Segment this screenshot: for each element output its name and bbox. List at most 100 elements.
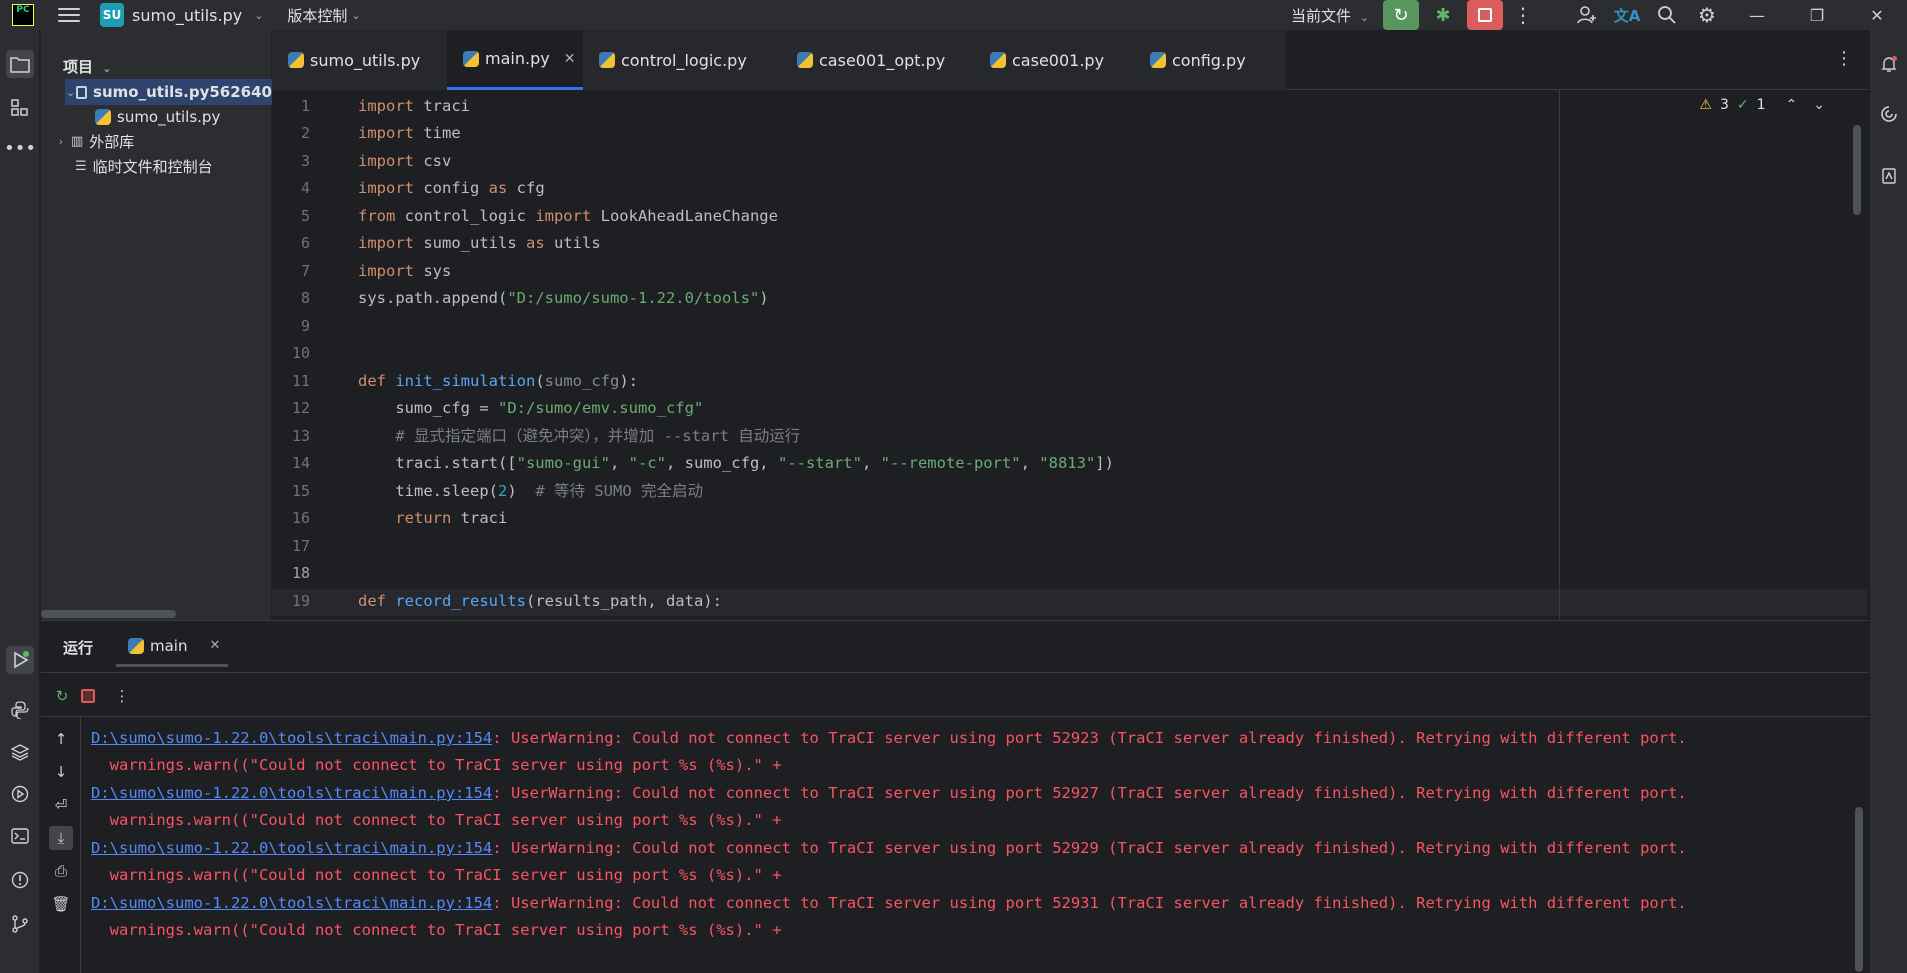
tabs-more-icon[interactable]: ⋮ — [1835, 48, 1853, 69]
warning-count: 3 — [1719, 97, 1729, 113]
code-line-1[interactable]: import traci — [358, 93, 470, 120]
chevron-down-icon: ⌄ — [351, 8, 361, 22]
soft-wrap-icon[interactable]: ⏎ — [49, 793, 73, 817]
project-folder-icon[interactable] — [6, 50, 34, 78]
code-line-3[interactable]: import csv — [358, 148, 451, 175]
translate-icon[interactable]: 文A — [1607, 0, 1647, 30]
code-line-16[interactable]: return traci — [358, 505, 507, 532]
tab-main[interactable]: main.py ✕ — [447, 30, 583, 90]
scratches-icon: ☰ — [75, 158, 87, 174]
stop-button[interactable] — [1467, 0, 1503, 30]
minimize-window-icon[interactable]: — — [1727, 0, 1787, 30]
project-panel-header[interactable]: 项目 ⌄ — [63, 56, 111, 77]
project-panel: 项目 ⌄ ⌄ sumo_utils.py562640 sumo_utils.py… — [41, 30, 272, 620]
tree-scratches[interactable]: ☰ 临时文件和控制台 — [75, 153, 213, 179]
arrow-down-icon[interactable]: ↓ — [49, 760, 73, 784]
run-tool-icon[interactable] — [6, 646, 34, 674]
python-file-icon — [599, 52, 615, 68]
layers-icon[interactable] — [6, 738, 34, 766]
console-output-line: D:\sumo\sumo-1.22.0\tools\traci\main.py:… — [91, 729, 1687, 747]
main-menu-icon[interactable] — [58, 8, 80, 22]
code-line-5[interactable]: from control_logic import LookAheadLaneC… — [358, 203, 778, 230]
problems-icon[interactable] — [6, 866, 34, 894]
stop-run-icon[interactable] — [77, 685, 99, 707]
console-vertical-scrollbar[interactable] — [1855, 807, 1863, 972]
run-tab-main[interactable]: main ✕ — [116, 627, 228, 667]
ai-assistant-icon[interactable] — [1877, 102, 1901, 126]
rerun-icon: ↻ — [1393, 4, 1409, 26]
code-line-12[interactable]: sumo_cfg = "D:/sumo/emv.sumo_cfg" — [358, 395, 703, 422]
tab-config[interactable]: config.py — [1134, 30, 1286, 90]
close-window-icon[interactable]: ✕ — [1847, 0, 1907, 30]
chevron-up-icon[interactable]: ⌃ — [1786, 97, 1798, 113]
stack-trace-link[interactable]: D:\sumo\sumo-1.22.0\tools\traci\main.py:… — [91, 784, 492, 802]
line-number: 14 — [291, 454, 310, 472]
code-line-11[interactable]: def init_simulation(sumo_cfg): — [358, 368, 638, 395]
pycharm-logo[interactable]: PC — [12, 4, 34, 26]
scratches-label: 临时文件和控制台 — [92, 157, 213, 176]
vcs-menu[interactable]: 版本控制 ⌄ — [287, 5, 360, 26]
print-icon[interactable]: ⎙ — [49, 859, 73, 883]
chevron-right-icon[interactable]: › — [51, 135, 71, 148]
project-horizontal-scrollbar[interactable] — [41, 610, 176, 618]
chevron-down-icon[interactable]: ⌄ — [1813, 97, 1825, 113]
bug-icon: ✱ — [1435, 4, 1451, 26]
search-icon[interactable] — [1647, 0, 1687, 30]
code-line-13[interactable]: # 显式指定端口（避免冲突），并增加 --start 自动运行 — [358, 423, 800, 450]
python-console-icon[interactable] — [6, 696, 34, 724]
code-line-2[interactable]: import time — [358, 120, 461, 147]
trash-icon[interactable]: 🗑 — [49, 892, 73, 916]
code-line-4[interactable]: import config as cfg — [358, 175, 545, 202]
scroll-to-end-icon[interactable]: ⤓ — [49, 826, 73, 850]
editor-vertical-scrollbar[interactable] — [1853, 125, 1861, 215]
more-options-icon[interactable]: ⋮ — [111, 685, 133, 707]
tree-file-item[interactable]: sumo_utils.py — [95, 104, 220, 130]
run-config-selector[interactable]: 当前文件 ⌄ — [1291, 5, 1369, 26]
stack-trace-link[interactable]: D:\sumo\sumo-1.22.0\tools\traci\main.py:… — [91, 729, 492, 747]
git-branch-icon[interactable] — [6, 910, 34, 938]
stack-trace-link[interactable]: D:\sumo\sumo-1.22.0\tools\traci\main.py:… — [91, 894, 492, 912]
bookmarks-icon[interactable] — [1877, 164, 1901, 188]
settings-gear-icon[interactable]: ⚙ — [1687, 0, 1727, 30]
chevron-down-icon: ⌄ — [1359, 10, 1369, 24]
chevron-down-icon[interactable]: ⌄ — [65, 86, 76, 99]
tree-root-folder[interactable]: ⌄ sumo_utils.py562640 — [65, 79, 272, 105]
add-user-icon[interactable] — [1567, 0, 1607, 30]
code-line-6[interactable]: import sumo_utils as utils — [358, 230, 601, 257]
arrow-up-icon[interactable]: ↑ — [49, 727, 73, 751]
close-icon[interactable]: ✕ — [564, 51, 576, 67]
tab-case001[interactable]: case001.py — [974, 30, 1134, 90]
rerun-button[interactable]: ↻ — [1383, 0, 1419, 30]
structure-icon[interactable] — [6, 94, 34, 122]
tree-external-libs[interactable]: › ▥ 外部库 — [51, 128, 135, 154]
code-line-19[interactable]: def record_results(results_path, data): — [358, 588, 722, 615]
tab-control-logic[interactable]: control_logic.py — [583, 30, 781, 90]
code-line-14[interactable]: traci.start(["sumo-gui", "-c", sumo_cfg,… — [358, 450, 1114, 477]
debug-button[interactable]: ✱ — [1425, 0, 1461, 30]
code-line-8[interactable]: sys.path.append("D:/sumo/sumo-1.22.0/too… — [358, 285, 769, 312]
tab-sumo-utils[interactable]: sumo_utils.py — [272, 30, 447, 90]
console-output-line: warnings.warn(("Could not connect to Tra… — [91, 921, 782, 939]
run-toolbar: ↻ ⋮ — [41, 673, 1869, 717]
project-switcher[interactable]: SU sumo_utils.py ⌄ — [100, 3, 263, 27]
inspection-widget[interactable]: ⚠ 3 ✓ 1 ⌃ ⌄ — [1699, 97, 1825, 113]
code-line-15[interactable]: time.sleep(2) # 等待 SUMO 完全启动 — [358, 478, 703, 505]
close-icon[interactable]: ✕ — [209, 638, 220, 653]
restore-window-icon[interactable]: ❐ — [1787, 0, 1847, 30]
code-line-7[interactable]: import sys — [358, 258, 451, 285]
left-tool-strip: ••• — [0, 30, 40, 973]
tab-case001-opt[interactable]: case001_opt.py — [781, 30, 974, 90]
title-bar: PC SU sumo_utils.py ⌄ 版本控制 ⌄ 当前文件 ⌄ ↻ ✱ … — [0, 0, 1907, 30]
services-icon[interactable] — [6, 780, 34, 808]
terminal-icon[interactable] — [6, 822, 34, 850]
line-number: 13 — [291, 427, 310, 445]
line-number: 1 — [300, 97, 310, 115]
more-tools-icon[interactable]: ••• — [4, 134, 36, 162]
more-actions-icon[interactable]: ⋮ — [1503, 0, 1543, 30]
notifications-bell-icon[interactable] — [1877, 52, 1901, 76]
line-number: 5 — [300, 207, 310, 225]
run-tab-label: main — [150, 636, 188, 655]
stack-trace-link[interactable]: D:\sumo\sumo-1.22.0\tools\traci\main.py:… — [91, 839, 492, 857]
rerun-icon[interactable]: ↻ — [51, 685, 73, 707]
console-output-line: warnings.warn(("Could not connect to Tra… — [91, 866, 782, 884]
